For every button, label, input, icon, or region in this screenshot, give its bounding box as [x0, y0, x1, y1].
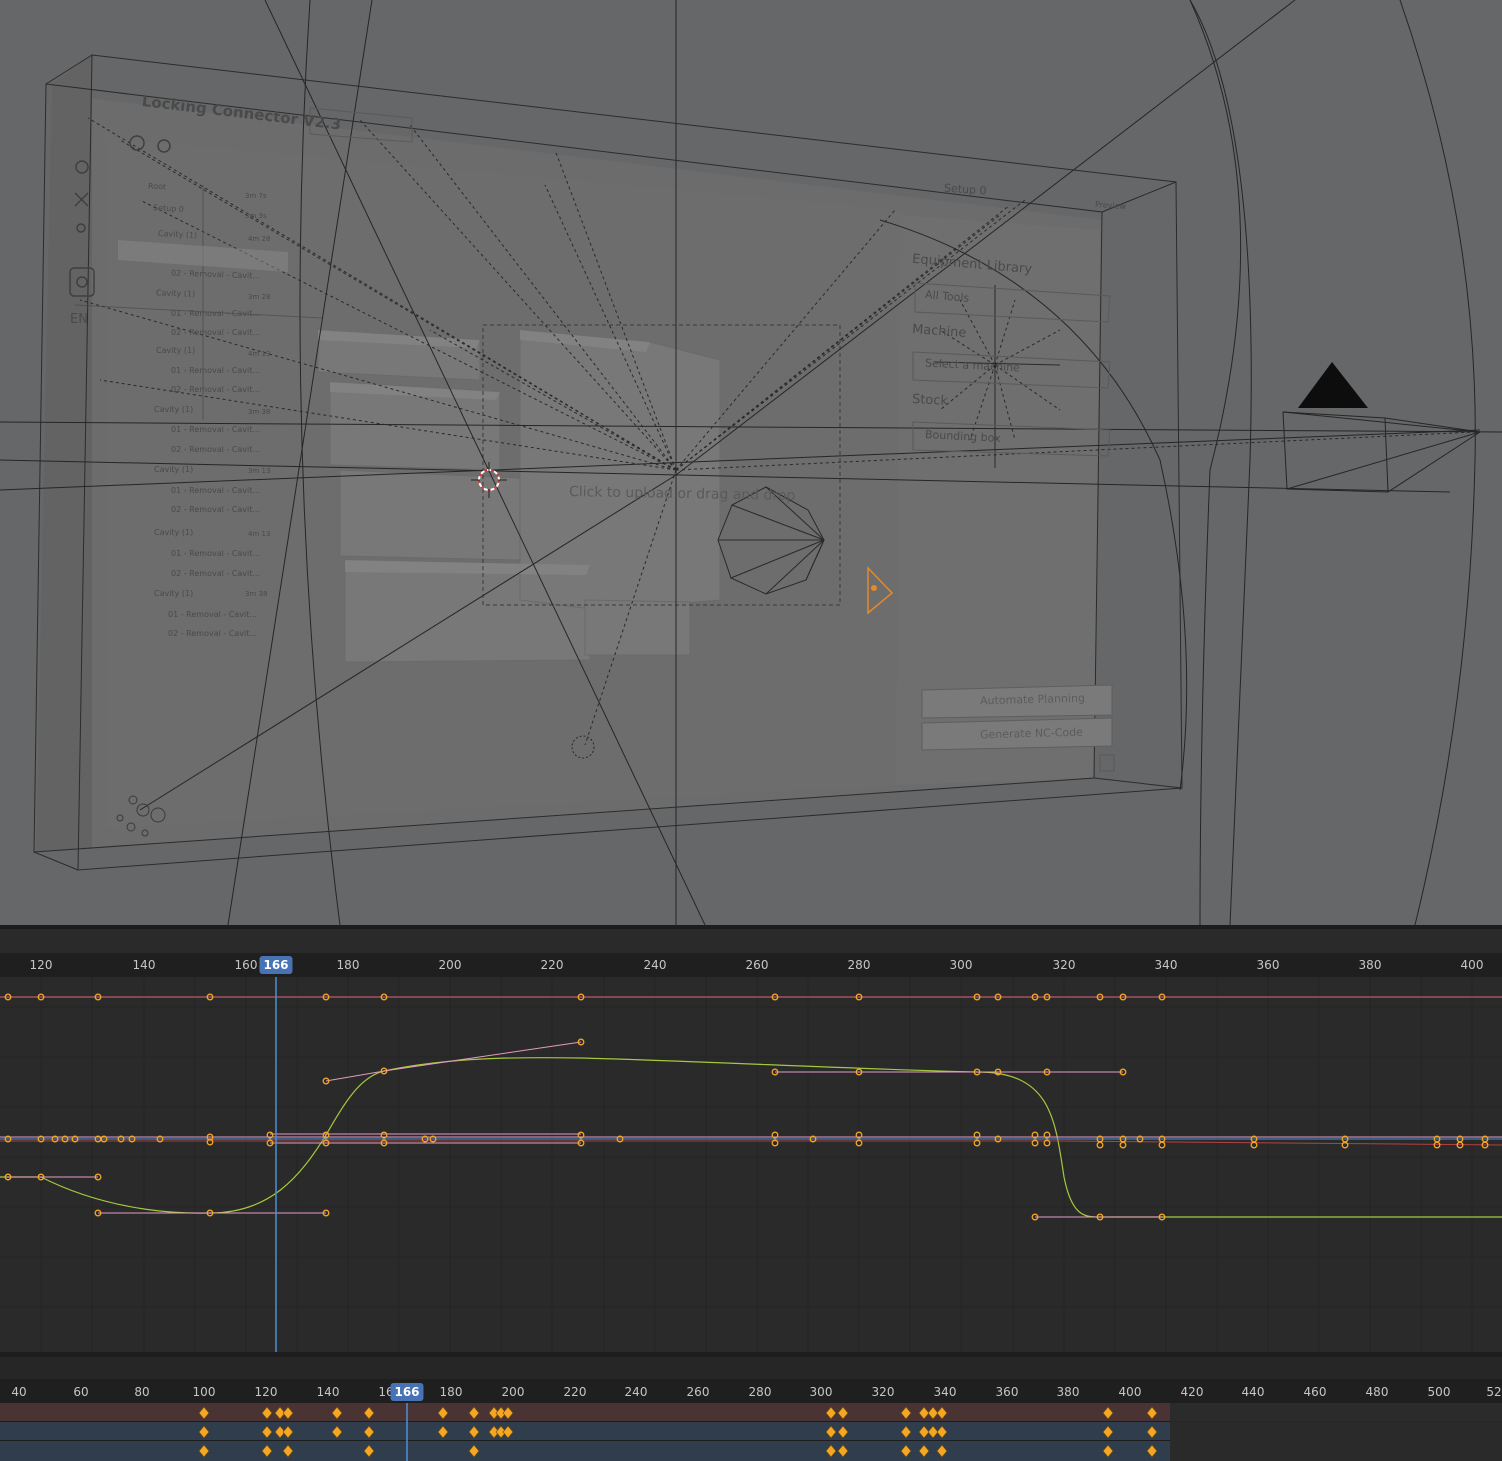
tree-item-label: Cavity (1) — [156, 346, 196, 355]
ruler-tick: 80 — [134, 1385, 150, 1399]
tree-item-label: Cavity (1) — [154, 589, 194, 598]
ruler-tick: 160 — [234, 958, 258, 972]
ruler-tick: 380 — [1358, 958, 1382, 972]
ruler-tick: 340 — [1154, 958, 1178, 972]
tree-item-label: Cavity (1) — [155, 288, 196, 299]
tree-item-label: Cavity (1) — [154, 528, 194, 537]
3d-viewport[interactable]: Locking Connector V2.3 EN Setup 0 Previe… — [0, 0, 1502, 925]
tree-item-label: 01 - Removal - Cavit... — [171, 486, 261, 495]
ruler-tick: 340 — [933, 1385, 957, 1399]
embedded-generate-nc: Generate NC-Code — [979, 725, 1084, 742]
tree-item-time: 3m 38 — [248, 408, 271, 416]
ruler-tick: 40 — [11, 1385, 27, 1399]
tree-item-label: 02 - Removal - Cavit... — [171, 505, 261, 514]
dopesheet-frame-ruler[interactable]: 40 60 80 100 120 140 16 180 200 220 240 … — [0, 1379, 1502, 1403]
ruler-tick: 480 — [1365, 1385, 1389, 1399]
graph-editor[interactable]: 120 140 160 180 200 220 240 260 280 300 … — [0, 929, 1502, 1352]
ruler-tick: 320 — [871, 1385, 895, 1399]
ruler-tick: 220 — [540, 958, 564, 972]
tree-item-time: 4m 28 — [248, 235, 271, 243]
ruler-tick: 140 — [316, 1385, 340, 1399]
ruler-tick: 440 — [1241, 1385, 1265, 1399]
ruler-tick: 240 — [624, 1385, 648, 1399]
ruler-tick: 400 — [1118, 1385, 1142, 1399]
graph-curves[interactable] — [0, 977, 1502, 1352]
tree-item-label: 02 - Removal - Cavit... — [168, 629, 258, 638]
ruler-tick: 220 — [563, 1385, 587, 1399]
ruler-tick: 200 — [438, 958, 462, 972]
tree-item-time: 3m 7s — [245, 192, 267, 200]
embedded-lang: EN — [70, 312, 88, 327]
ruler-tick: 300 — [949, 958, 973, 972]
embedded-stock: Stock — [911, 392, 949, 409]
ruler-tick: 320 — [1052, 958, 1076, 972]
tree-item-label: 02 - Removal - Cavit... — [171, 569, 261, 578]
tree-item-label: 02 - Removal - Cavit... — [171, 328, 261, 337]
tree-item-time: 3m 3s — [245, 212, 267, 220]
ruler-tick: 400 — [1460, 958, 1484, 972]
ruler-tick: 280 — [748, 1385, 772, 1399]
ruler-tick: 100 — [192, 1385, 216, 1399]
ruler-tick: 260 — [745, 958, 769, 972]
ruler-tick: 180 — [336, 958, 360, 972]
tree-item-time: 3m 13 — [248, 467, 271, 475]
ruler-tick: 120 — [254, 1385, 278, 1399]
ruler-tick: 420 — [1180, 1385, 1204, 1399]
ruler-tick: 120 — [29, 958, 53, 972]
dopesheet-channels[interactable] — [0, 1403, 1502, 1461]
tree-item-label: 01 - Removal - Cavit... — [171, 309, 261, 318]
graph-current-frame[interactable]: 166 — [259, 956, 293, 974]
tree-item-time: 3m 38 — [245, 590, 268, 598]
ruler-tick: 140 — [132, 958, 156, 972]
ruler-tick: 52 — [1486, 1385, 1502, 1399]
tree-item-label: Cavity (1) — [154, 405, 194, 414]
ruler-tick: 380 — [1056, 1385, 1080, 1399]
tree-item-label: Root — [147, 181, 167, 192]
ruler-tick: 360 — [995, 1385, 1019, 1399]
ruler-tick: 260 — [686, 1385, 710, 1399]
ruler-tick: 280 — [847, 958, 871, 972]
graph-frame-ruler[interactable]: 120 140 160 180 200 220 240 260 280 300 … — [0, 953, 1502, 977]
tree-item-label: Setup 0 — [152, 203, 185, 214]
tree-item-label: 01 - Removal - Cavit... — [171, 425, 261, 434]
ruler-tick: 460 — [1303, 1385, 1327, 1399]
ruler-tick: 180 — [439, 1385, 463, 1399]
ruler-tick: 200 — [501, 1385, 525, 1399]
viewport-scene — [0, 0, 1502, 925]
tree-item-label: 01 - Removal - Cavit... — [171, 366, 261, 375]
ruler-tick: 360 — [1256, 958, 1280, 972]
tree-item-time: 3m 28 — [248, 293, 271, 301]
tree-item-time: 4m 13 — [248, 350, 271, 358]
dopesheet[interactable]: 40 60 80 100 120 140 16 180 200 220 240 … — [0, 1357, 1502, 1461]
ruler-tick: 60 — [73, 1385, 89, 1399]
tree-item-label: 01 - Removal - Cavit... — [171, 549, 261, 558]
ruler-tick: 240 — [643, 958, 667, 972]
dopesheet-current-frame[interactable]: 166 — [390, 1383, 424, 1401]
tree-item-label: 02 - Removal - Cavit... — [171, 385, 261, 394]
tree-item-label: 02 - Removal - Cavit... — [171, 445, 261, 454]
tree-item-label: 01 - Removal - Cavit... — [168, 610, 258, 619]
tree-item-label: Cavity (1) — [154, 465, 194, 474]
ruler-tick: 300 — [809, 1385, 833, 1399]
tree-item-time: 4m 13 — [248, 530, 271, 538]
ruler-tick: 500 — [1427, 1385, 1451, 1399]
embedded-automate-planning: Automate Planning — [979, 691, 1086, 708]
